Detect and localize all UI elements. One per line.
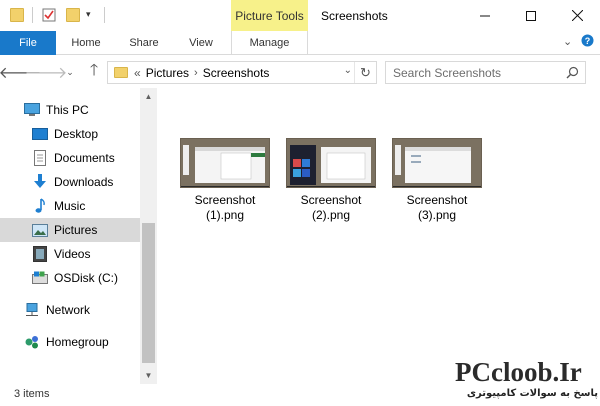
file-name-line-2: (1).png <box>205 208 245 222</box>
file-name-line-1: Screenshot <box>194 193 256 207</box>
search-box <box>385 61 586 84</box>
scroll-down-arrow-icon[interactable]: ▼ <box>140 367 157 384</box>
file-item-screenshot-1[interactable]: Screenshot (1).png <box>178 138 272 228</box>
watermark-logo-text: PCcloob.Ir <box>455 357 582 387</box>
breadcrumb-overflow[interactable]: « <box>134 66 141 80</box>
file-name-line-1: Screenshot <box>300 193 362 207</box>
help-icon[interactable]: ? <box>581 34 594 50</box>
scroll-up-arrow-icon[interactable]: ▲ <box>140 88 157 105</box>
nav-item-videos[interactable]: Videos <box>0 242 140 266</box>
properties-icon[interactable] <box>42 8 56 22</box>
computer-icon <box>24 102 40 118</box>
file-name: Screenshot (3).png <box>390 193 484 223</box>
tab-home[interactable]: Home <box>60 31 112 55</box>
nav-item-music[interactable]: Music <box>0 194 140 218</box>
file-name: Screenshot (2).png <box>284 193 378 223</box>
nav-item-osdisk[interactable]: OSDisk (C:) <box>0 266 140 290</box>
scroll-thumb[interactable] <box>142 223 155 363</box>
file-name-line-1: Screenshot <box>406 193 468 207</box>
watermark-subtitle: پاسخ به سوالات کامپیوتری <box>466 388 598 399</box>
nav-item-label: Documents <box>54 151 115 165</box>
nav-item-pictures[interactable]: Pictures <box>0 218 140 242</box>
nav-item-homegroup[interactable]: Homegroup <box>0 330 140 354</box>
tab-view[interactable]: View <box>176 31 226 55</box>
watermark: PCcloob.Ir پاسخ به سوالات کامپیوتری <box>450 355 600 406</box>
nav-item-desktop[interactable]: Desktop <box>0 122 140 146</box>
network-icon <box>24 302 40 318</box>
customize-quick-access-icon[interactable]: ▾ <box>86 9 100 23</box>
item-count: 3 items <box>14 388 50 400</box>
thumbnail-image <box>286 138 376 188</box>
nav-item-label: Network <box>46 303 91 317</box>
nav-item-label: Videos <box>54 247 91 261</box>
address-dropdown-icon[interactable]: ⌄ <box>344 65 352 76</box>
up-button[interactable]: 🡑 <box>84 62 104 82</box>
address-bar[interactable]: « Pictures › Screenshots ⌄ ↻ <box>107 61 377 84</box>
file-item-screenshot-2[interactable]: Screenshot (2).png <box>284 138 378 228</box>
folder-icon <box>114 67 128 78</box>
breadcrumb-pictures[interactable]: Pictures <box>146 66 189 80</box>
tab-manage[interactable]: Manage <box>231 31 308 55</box>
svg-text:?: ? <box>585 36 591 46</box>
nav-item-documents[interactable]: Documents <box>0 146 140 170</box>
navigation-pane: This PC Desktop Documents Downloads Musi… <box>0 88 158 384</box>
file-name-line-2: (2).png <box>311 208 351 222</box>
file-item-screenshot-3[interactable]: Screenshot (3).png <box>390 138 484 228</box>
file-name: Screenshot (1).png <box>178 193 272 223</box>
nav-item-label: OSDisk (C:) <box>54 271 118 285</box>
thumbnail-image <box>180 138 270 188</box>
new-folder-icon[interactable] <box>66 8 80 22</box>
recent-locations-button[interactable]: ⌄ <box>60 62 80 82</box>
close-button[interactable] <box>554 0 600 31</box>
expand-ribbon-icon[interactable]: ⌄ <box>563 35 572 48</box>
disk-icon <box>32 270 48 286</box>
tab-share[interactable]: Share <box>118 31 170 55</box>
search-input[interactable] <box>393 65 563 80</box>
chevron-right-icon[interactable]: › <box>194 67 198 79</box>
breadcrumb: « Pictures › Screenshots <box>134 66 269 80</box>
file-name-line-2: (3).png <box>417 208 457 222</box>
title-bar: ▾ Picture Tools Screenshots <box>0 0 600 31</box>
homegroup-icon <box>24 334 40 350</box>
documents-icon <box>32 150 48 166</box>
address-row: 🡐 🡒 ⌄ 🡑 « Pictures › Screenshots ⌄ ↻ <box>0 56 600 88</box>
maximize-button[interactable] <box>508 0 554 31</box>
file-list: Screenshot (1).png Screenshot (2).png Sc… <box>160 88 600 384</box>
window-title: Screenshots <box>321 9 388 23</box>
nav-item-label: Homegroup <box>46 335 109 349</box>
music-icon <box>32 198 48 214</box>
forward-button[interactable]: 🡒 <box>25 62 68 82</box>
tab-file[interactable]: File <box>0 31 56 55</box>
separator <box>32 7 33 23</box>
ribbon-tabs: File Home Share View Manage ⌄ ? <box>0 31 600 55</box>
refresh-button[interactable]: ↻ <box>354 62 376 83</box>
separator <box>104 7 105 23</box>
nav-item-network[interactable]: Network <box>0 298 140 322</box>
picture-tools-label: Picture Tools <box>231 0 308 31</box>
nav-scrollbar[interactable]: ▲ ▼ <box>140 88 157 384</box>
nav-item-label: Music <box>54 199 86 213</box>
nav-item-label: Desktop <box>54 127 99 141</box>
downloads-icon <box>32 174 48 190</box>
nav-item-this-pc[interactable]: This PC <box>0 98 140 122</box>
breadcrumb-screenshots[interactable]: Screenshots <box>203 66 270 80</box>
thumbnail-image <box>392 138 482 188</box>
videos-icon <box>32 246 48 262</box>
desktop-icon <box>32 126 48 142</box>
minimize-button[interactable] <box>462 0 508 31</box>
nav-item-downloads[interactable]: Downloads <box>0 170 140 194</box>
pictures-icon <box>32 222 48 238</box>
nav-item-label: This PC <box>46 103 89 117</box>
nav-item-label: Downloads <box>54 175 114 189</box>
nav-item-label: Pictures <box>54 223 98 237</box>
folder-icon <box>10 8 24 22</box>
search-icon[interactable] <box>566 66 579 79</box>
